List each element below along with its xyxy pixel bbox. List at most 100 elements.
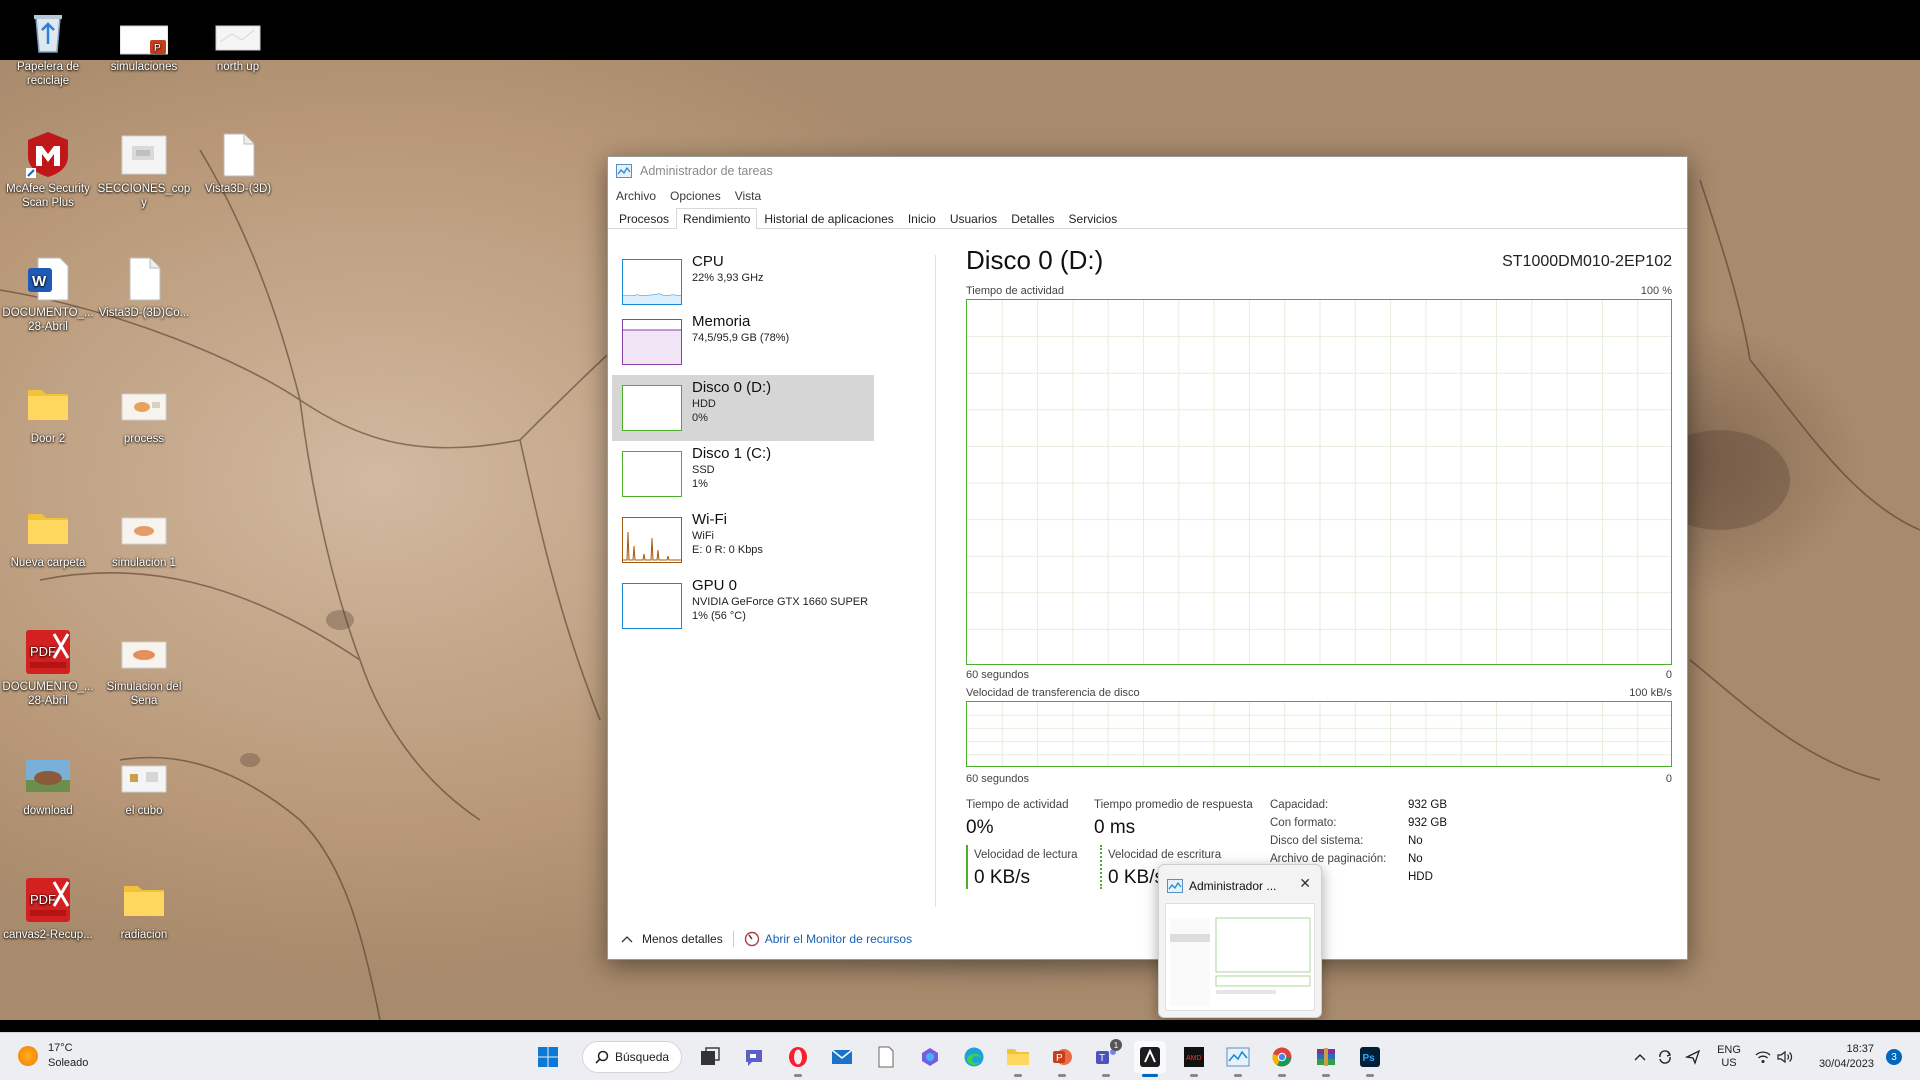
desktop-icon-door-2[interactable]: Door 2 bbox=[0, 380, 96, 446]
running-indicator bbox=[794, 1074, 802, 1077]
document-file-icon bbox=[120, 254, 168, 302]
taskbar-teams[interactable]: T 1 bbox=[1090, 1039, 1122, 1077]
menu-archivo[interactable]: Archivo bbox=[616, 189, 656, 203]
tab-historial[interactable]: Historial de aplicaciones bbox=[757, 208, 900, 229]
notification-center-button[interactable]: 3 bbox=[1882, 1033, 1906, 1080]
chevron-up-icon bbox=[1634, 1054, 1646, 1061]
speaker-icon bbox=[1777, 1050, 1793, 1064]
taskbar-file-explorer[interactable] bbox=[1002, 1041, 1034, 1077]
desktop-icon-north-up[interactable]: north up bbox=[190, 8, 286, 74]
taskbar-window-preview[interactable]: Administrador ... ✕ bbox=[1158, 864, 1322, 1018]
mcafee-shield-icon bbox=[24, 130, 72, 178]
tab-servicios[interactable]: Servicios bbox=[1062, 208, 1125, 229]
tab-procesos[interactable]: Procesos bbox=[612, 208, 676, 229]
desktop-icon-simulaciones[interactable]: P simulaciones bbox=[96, 8, 192, 74]
resource-detail: 22% 3,93 GHz bbox=[692, 272, 764, 284]
desktop-icon-el-cubo[interactable]: el cubo bbox=[96, 752, 192, 818]
taskbar-teams-chat[interactable] bbox=[738, 1041, 770, 1073]
desktop-icon-vista3d-copy[interactable]: Vista3D-(3D)Co... bbox=[96, 254, 192, 320]
desktop-icon-label: SECCIONES_copy bbox=[97, 183, 191, 209]
taskbar-chrome[interactable] bbox=[1266, 1041, 1298, 1077]
desktop-icon-simulacion-1[interactable]: simulacion 1 bbox=[96, 504, 192, 570]
start-button[interactable] bbox=[532, 1041, 564, 1073]
tab-usuarios[interactable]: Usuarios bbox=[943, 208, 1004, 229]
window-titlebar[interactable]: Administrador de tareas bbox=[608, 157, 1687, 185]
taskbar-copilot[interactable] bbox=[914, 1041, 946, 1073]
app-icon bbox=[1140, 1047, 1160, 1067]
desktop-icon-documento-pdf[interactable]: PDF DOCUMENTO_... 28-Abril bbox=[0, 628, 96, 708]
desktop-icon-label: Nueva carpeta bbox=[10, 557, 86, 569]
weather-temperature: 17°C bbox=[48, 1042, 73, 1054]
taskbar-edge[interactable] bbox=[958, 1041, 990, 1073]
svg-text:P: P bbox=[1056, 1053, 1063, 1064]
desktop-icon-simulacion-sena[interactable]: Simulacion del Sena bbox=[96, 628, 192, 708]
svg-text:PDF: PDF bbox=[30, 892, 56, 907]
preview-thumbnail[interactable] bbox=[1165, 903, 1315, 1011]
window-title: Administrador de tareas bbox=[640, 164, 773, 178]
desktop-icon-process[interactable]: process bbox=[96, 380, 192, 446]
show-hidden-icons-button[interactable] bbox=[1628, 1033, 1652, 1080]
resource-item-disco-1[interactable]: Disco 1 (C:) SSD 1% bbox=[612, 441, 874, 507]
weather-description: Soleado bbox=[48, 1057, 89, 1069]
resource-detail: NVIDIA GeForce GTX 1660 SUPER bbox=[692, 596, 869, 608]
resource-title: Wi-Fi bbox=[692, 511, 727, 528]
desktop-icon-radiacion[interactable]: radiacion bbox=[96, 876, 192, 942]
taskbar-amd-software[interactable]: AMD bbox=[1178, 1041, 1210, 1077]
desktop-icon-recycle-bin[interactable]: Papelera de reciclaje bbox=[0, 8, 96, 88]
taskbar-task-view[interactable] bbox=[694, 1041, 726, 1073]
desktop-icon-canvas2[interactable]: PDF canvas2-Recup... bbox=[0, 876, 96, 942]
desktop-icon-vista3d[interactable]: Vista3D-(3D) bbox=[190, 130, 286, 196]
desktop-icon-download[interactable]: download bbox=[0, 752, 96, 818]
taskbar-powerpoint[interactable]: P bbox=[1046, 1041, 1078, 1077]
send-icon bbox=[1685, 1049, 1701, 1065]
weather-widget[interactable]: 17°C Soleado bbox=[18, 1041, 88, 1071]
resource-item-memoria[interactable]: Memoria 74,5/95,9 GB (78%) bbox=[612, 309, 874, 375]
notification-count-badge: 3 bbox=[1886, 1049, 1902, 1065]
amd-icon: AMD bbox=[1184, 1047, 1204, 1067]
desktop-icon-label: Vista3D-(3D) bbox=[204, 183, 272, 195]
preview-title: Administrador ... bbox=[1189, 879, 1277, 893]
taskbar-app-black[interactable] bbox=[1134, 1041, 1166, 1077]
desktop-icon-secciones-copy[interactable]: SECCIONES_copy bbox=[96, 130, 192, 210]
tray-sync[interactable] bbox=[1652, 1033, 1678, 1080]
menu-opciones[interactable]: Opciones bbox=[670, 189, 721, 203]
fewer-details-button[interactable]: Menos detalles bbox=[620, 932, 723, 946]
resource-item-cpu[interactable]: CPU 22% 3,93 GHz bbox=[612, 249, 874, 315]
image-file-icon bbox=[24, 752, 72, 800]
running-indicator bbox=[1366, 1074, 1374, 1077]
tray-wifi[interactable] bbox=[1752, 1033, 1774, 1080]
desktop-icon-mcafee[interactable]: McAfee Security Scan Plus bbox=[0, 130, 96, 210]
taskbar-opera[interactable] bbox=[782, 1041, 814, 1077]
desktop-icon-label: canvas2-Recup... bbox=[3, 929, 93, 941]
read-speed-marker bbox=[966, 845, 968, 889]
search-box[interactable]: Búsqueda bbox=[582, 1041, 682, 1073]
resource-item-disco-0[interactable]: Disco 0 (D:) HDD 0% bbox=[612, 375, 874, 441]
taskbar-task-manager[interactable] bbox=[1222, 1041, 1254, 1077]
activity-stat-label: Tiempo de actividad bbox=[966, 799, 1069, 811]
tab-inicio[interactable]: Inicio bbox=[901, 208, 943, 229]
taskbar-mail[interactable] bbox=[826, 1041, 858, 1073]
tab-rendimiento[interactable]: Rendimiento bbox=[676, 208, 758, 229]
menu-vista[interactable]: Vista bbox=[735, 189, 761, 203]
window-footer: Menos detalles Abrir el Monitor de recur… bbox=[608, 919, 1687, 959]
language-indicator[interactable]: ENG US bbox=[1712, 1033, 1746, 1080]
tab-detalles[interactable]: Detalles bbox=[1004, 208, 1061, 229]
clock[interactable]: 18:37 30/04/2023 bbox=[1804, 1033, 1874, 1080]
resource-item-wifi[interactable]: Wi-Fi WiFi E: 0 R: 0 Kbps bbox=[612, 507, 874, 573]
taskbar-notepad[interactable] bbox=[870, 1041, 902, 1073]
resource-item-gpu-0[interactable]: GPU 0 NVIDIA GeForce GTX 1660 SUPER 1% (… bbox=[612, 573, 874, 639]
desktop-icon-documento-word[interactable]: W DOCUMENTO_... 28-Abril bbox=[0, 254, 96, 334]
desktop-icon-nueva-carpeta[interactable]: Nueva carpeta bbox=[0, 504, 96, 570]
activity-graph-min: 0 bbox=[1665, 669, 1672, 681]
close-icon[interactable]: ✕ bbox=[1299, 875, 1311, 892]
taskbar-photoshop[interactable]: Ps bbox=[1354, 1041, 1386, 1077]
opera-icon bbox=[789, 1047, 807, 1067]
taskbar-winrar[interactable] bbox=[1310, 1041, 1342, 1077]
tray-location[interactable] bbox=[1680, 1033, 1706, 1080]
running-indicator bbox=[1142, 1074, 1158, 1077]
image-file-icon bbox=[120, 130, 168, 178]
task-manager-window[interactable]: Administrador de tareas Archivo Opciones… bbox=[607, 156, 1688, 960]
resource-usage: 1% (56 °C) bbox=[692, 610, 746, 622]
tray-volume[interactable] bbox=[1774, 1033, 1796, 1080]
open-resource-monitor-link[interactable]: Abrir el Monitor de recursos bbox=[744, 931, 912, 947]
